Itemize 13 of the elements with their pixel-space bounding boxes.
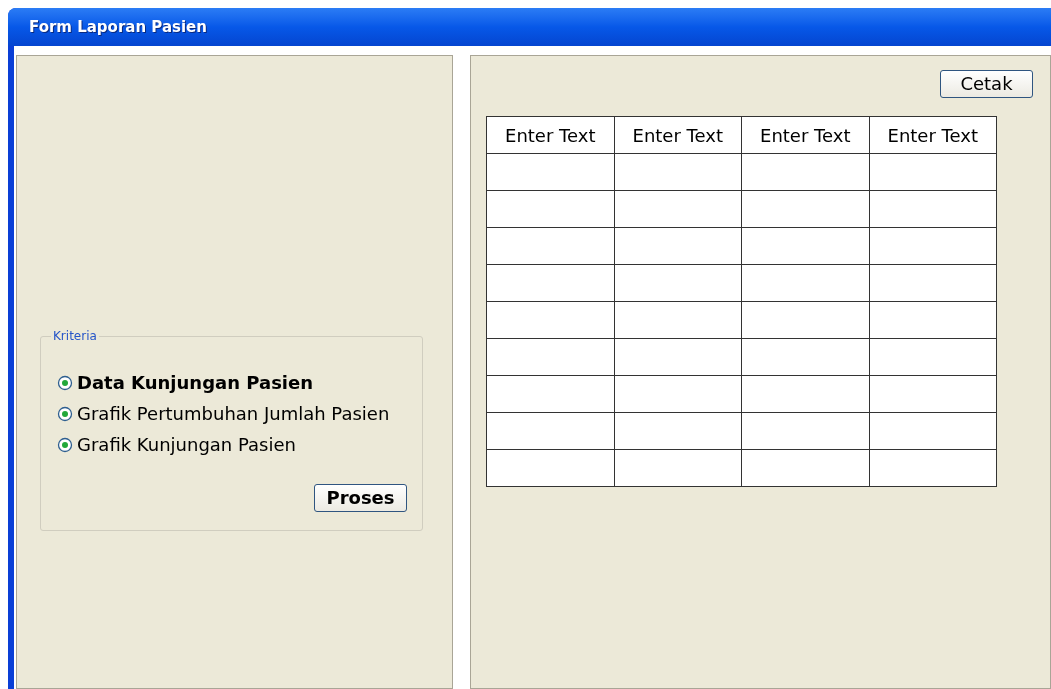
radio-button[interactable] — [57, 437, 73, 453]
print-button[interactable]: Cetak — [940, 70, 1033, 98]
column-header: Enter Text — [741, 116, 869, 154]
radio-button[interactable] — [57, 406, 73, 422]
column-header: Enter Text — [869, 116, 997, 154]
radio-label[interactable]: Grafik Pertumbuhan Jumlah Pasien — [77, 403, 390, 425]
radio-label[interactable]: Grafik Kunjungan Pasien — [77, 434, 296, 456]
window-title: Form Laporan Pasien — [29, 16, 207, 38]
radio-button[interactable] — [57, 375, 73, 391]
radio-label[interactable]: Data Kunjungan Pasien — [77, 372, 314, 394]
column-header: Enter Text — [614, 116, 742, 154]
column-header: Enter Text — [486, 116, 614, 154]
process-button[interactable]: Proses — [314, 484, 407, 512]
